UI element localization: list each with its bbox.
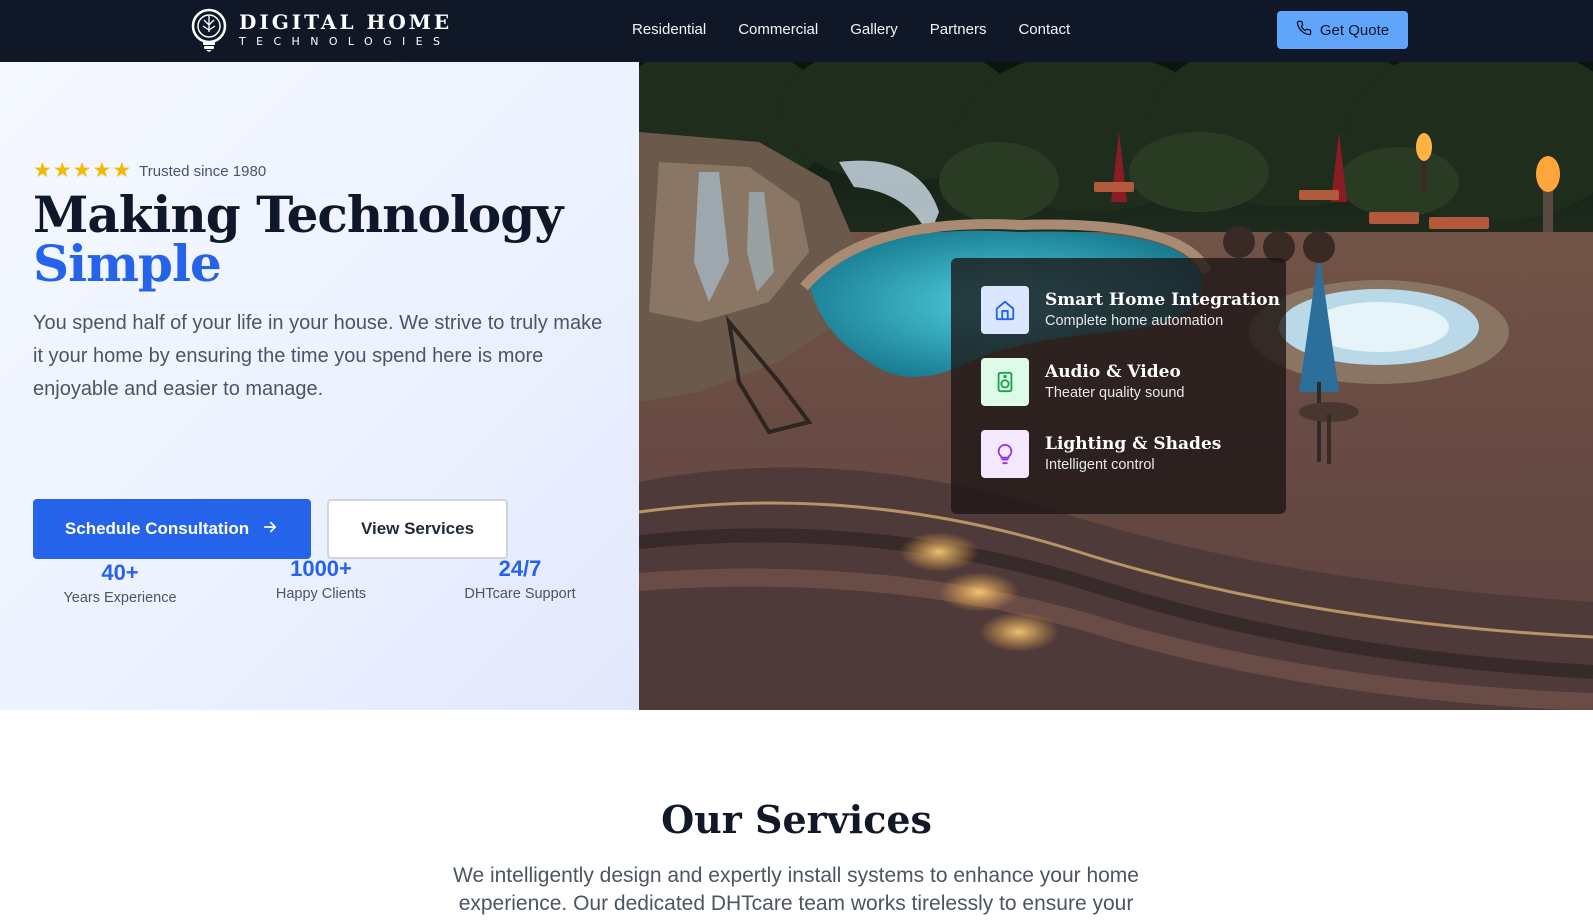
star-icon: ★ bbox=[33, 159, 52, 182]
stat-label: Years Experience bbox=[63, 590, 177, 606]
stat-value: 24/7 bbox=[498, 556, 542, 581]
star-icon: ★ bbox=[92, 159, 112, 182]
get-quote-button[interactable]: Get Quote bbox=[1277, 11, 1408, 49]
star-icon: ★ bbox=[52, 159, 72, 182]
home-icon bbox=[981, 286, 1029, 334]
stat-label: Happy Clients bbox=[275, 586, 367, 602]
star-rating: ★ ★ ★ ★ ★ bbox=[33, 160, 131, 182]
speaker-icon bbox=[981, 358, 1029, 406]
stat-label: DHTcare Support bbox=[464, 586, 576, 602]
star-icon: ★ bbox=[72, 159, 92, 182]
hero-headline: Making Technology Simple bbox=[33, 190, 563, 293]
feature-lighting-shades[interactable]: Lighting & Shades Intelligent control bbox=[981, 430, 1221, 478]
stat-clients: 1000+ Happy Clients bbox=[221, 556, 421, 604]
get-quote-label: Get Quote bbox=[1319, 21, 1390, 39]
arrow-right-icon bbox=[261, 518, 279, 541]
logo[interactable]: DIGITAL HOME TECHNOLOGIES bbox=[191, 8, 452, 52]
view-services-button[interactable]: View Services bbox=[327, 499, 508, 559]
logo-subtitle: TECHNOLOGIES bbox=[239, 35, 451, 48]
nav-commercial[interactable]: Commercial bbox=[738, 20, 818, 40]
phone-icon bbox=[1296, 20, 1312, 40]
schedule-consultation-button[interactable]: Schedule Consultation bbox=[33, 499, 311, 559]
feature-subtitle: Intelligent control bbox=[1045, 457, 1155, 473]
trusted-since-text: Trusted since 1980 bbox=[139, 162, 267, 180]
feature-title: Audio & Video bbox=[1045, 362, 1181, 382]
feature-audio-video[interactable]: Audio & Video Theater quality sound bbox=[981, 358, 1184, 406]
stat-years: 40+ Years Experience bbox=[20, 560, 220, 608]
services-description: We intelligently design and expertly ins… bbox=[453, 864, 1139, 915]
stat-value: 1000+ bbox=[290, 556, 352, 581]
nav-partners[interactable]: Partners bbox=[930, 20, 987, 40]
stat-support: 24/7 DHTcare Support bbox=[420, 556, 620, 604]
view-services-label: View Services bbox=[360, 519, 475, 538]
nav-gallery[interactable]: Gallery bbox=[850, 20, 898, 40]
nav-residential[interactable]: Residential bbox=[632, 20, 706, 40]
main-nav: Residential Commercial Gallery Partners … bbox=[632, 20, 1070, 40]
hero-description: You spend half of your life in your hous… bbox=[33, 312, 603, 400]
services-heading: Our Services bbox=[661, 797, 932, 842]
feature-title: Smart Home Integration bbox=[1045, 290, 1280, 310]
stat-value: 40+ bbox=[101, 560, 139, 585]
lightbulb-icon bbox=[981, 430, 1029, 478]
top-navigation-bar: DIGITAL HOME TECHNOLOGIES Residential Co… bbox=[0, 0, 1593, 62]
lightbulb-logo-icon bbox=[191, 8, 227, 52]
schedule-consultation-label: Schedule Consultation bbox=[64, 519, 250, 538]
hero-section: ★ ★ ★ ★ ★ Trusted since 1980 Making Tech… bbox=[0, 62, 639, 710]
logo-title: DIGITAL HOME bbox=[239, 10, 453, 34]
features-card: Smart Home Integration Complete home aut… bbox=[951, 258, 1286, 514]
feature-subtitle: Complete home automation bbox=[1045, 313, 1224, 329]
feature-title: Lighting & Shades bbox=[1045, 434, 1222, 454]
star-icon: ★ bbox=[112, 159, 132, 182]
rating: ★ ★ ★ ★ ★ Trusted since 1980 bbox=[33, 160, 266, 182]
headline-accent: Simple bbox=[33, 234, 222, 293]
feature-smart-home[interactable]: Smart Home Integration Complete home aut… bbox=[981, 286, 1280, 334]
nav-contact[interactable]: Contact bbox=[1018, 20, 1070, 40]
feature-subtitle: Theater quality sound bbox=[1045, 385, 1185, 401]
